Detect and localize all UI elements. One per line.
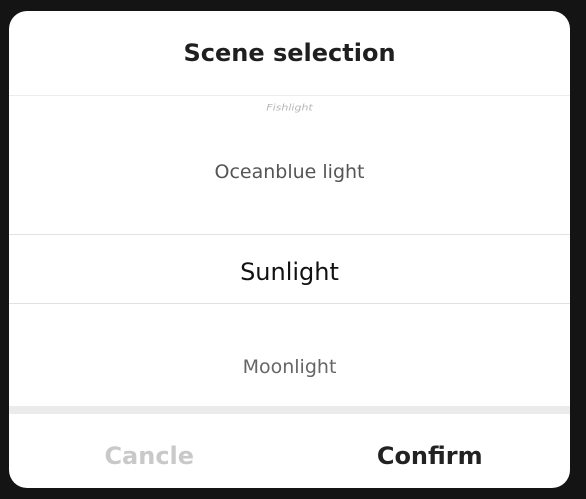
picker-item-selected[interactable]: Sunlight [9,258,570,286]
scene-selection-dialog: Scene selection Fishlight Oceanblue ligh… [9,11,570,488]
picker-item-moonlight[interactable]: Moonlight [9,356,570,378]
dialog-title: Scene selection [183,39,396,67]
scene-picker-wheel[interactable]: Fishlight Oceanblue light Sunlight Moonl… [9,96,570,406]
dialog-actions: Cancle Confirm [9,414,570,488]
selection-top-line [9,234,570,235]
actions-separator [9,406,570,414]
cancel-button[interactable]: Cancle [9,414,290,488]
selection-bottom-line [9,303,570,304]
picker-item-oceanblue-light[interactable]: Oceanblue light [9,161,570,183]
picker-item-fishlight[interactable]: Fishlight [9,102,570,112]
confirm-button[interactable]: Confirm [290,414,571,488]
